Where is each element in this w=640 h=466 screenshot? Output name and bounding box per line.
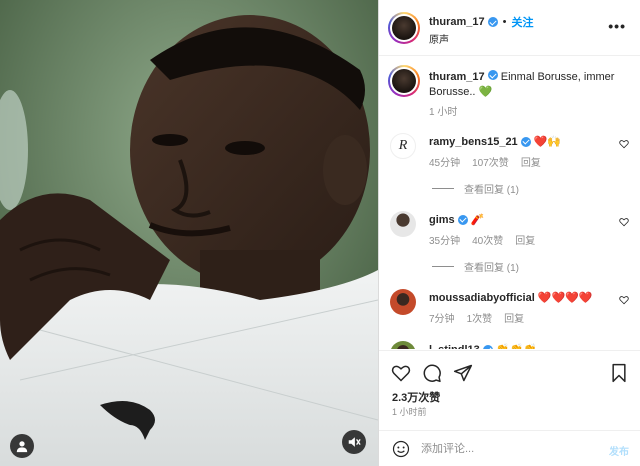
follow-button[interactable]: 关注 bbox=[512, 14, 534, 30]
mute-icon[interactable] bbox=[342, 430, 366, 454]
reply-button[interactable]: 回复 bbox=[521, 154, 541, 169]
view-replies[interactable]: 查看回复 (1) bbox=[432, 259, 519, 274]
comment-heart-icon[interactable] bbox=[619, 139, 629, 149]
caption-time: 1 小时 bbox=[429, 107, 458, 118]
comment-line: moussadiabyofficial ❤️❤️❤️❤️ bbox=[429, 291, 593, 305]
verified-icon bbox=[482, 344, 493, 349]
view-replies[interactable]: 查看回复 (1) bbox=[432, 181, 519, 196]
comment-line: gims 🧨 bbox=[429, 213, 485, 227]
view-replies-label: 查看回复 (1) bbox=[464, 185, 519, 196]
comment-line: l_stindl13 👏👏👏 bbox=[429, 343, 537, 349]
comment-heart-icon[interactable] bbox=[619, 217, 629, 227]
replies-line bbox=[432, 188, 454, 189]
comment-heart-icon[interactable] bbox=[619, 295, 629, 305]
comment-likes[interactable]: 107次赞 bbox=[472, 154, 509, 169]
post-time: 1 小时前 bbox=[392, 407, 427, 417]
view-replies-label: 查看回复 (1) bbox=[464, 263, 519, 274]
comment-time: 7分钟 bbox=[429, 314, 455, 325]
comment-text: ❤️🙌 bbox=[533, 136, 562, 148]
post-photo bbox=[0, 0, 378, 466]
comment-username[interactable]: l_stindl13 bbox=[429, 344, 480, 350]
comment-meta: 35分钟 40次赞 回复 bbox=[429, 232, 535, 247]
replies-line bbox=[432, 266, 454, 267]
comment-username[interactable]: moussadiabyofficial bbox=[429, 292, 535, 304]
comment-likes[interactable]: 1次赞 bbox=[467, 310, 493, 325]
verified-icon bbox=[457, 214, 468, 225]
post-actions: 2.3万次赞 1 小时前 bbox=[379, 350, 640, 430]
comment-username[interactable]: ramy_bens15_21 bbox=[429, 136, 518, 148]
comment-avatar[interactable] bbox=[390, 341, 416, 349]
comment-avatar[interactable] bbox=[390, 289, 416, 315]
comment-text: ❤️❤️❤️❤️ bbox=[537, 292, 593, 304]
post-comment-button[interactable]: 发布 bbox=[609, 443, 629, 458]
comment-avatar[interactable] bbox=[390, 211, 416, 237]
comment-line: ramy_bens15_21 ❤️🙌 bbox=[429, 135, 562, 149]
reply-button[interactable]: 回复 bbox=[504, 310, 524, 325]
comment-meta: 45分钟 107次赞 回复 bbox=[429, 154, 541, 169]
verified-icon bbox=[487, 17, 498, 27]
likes-count[interactable]: 2.3万次赞 bbox=[392, 389, 440, 405]
comments-list[interactable]: thuram_17 Einmal Borusse, immer Borusse.… bbox=[379, 57, 640, 349]
avatar[interactable] bbox=[388, 12, 420, 44]
comment-time: 35分钟 bbox=[429, 236, 461, 247]
heart-icon[interactable] bbox=[391, 363, 411, 383]
author-username[interactable]: thuram_17 bbox=[429, 16, 485, 28]
verified-icon bbox=[487, 70, 498, 80]
comment-username[interactable]: gims bbox=[429, 214, 455, 226]
caption-text: thuram_17 Einmal Borusse, immer Borusse.… bbox=[429, 70, 629, 100]
caption-username[interactable]: thuram_17 bbox=[429, 71, 485, 83]
caption-avatar[interactable] bbox=[388, 65, 420, 97]
comment-text: 🧨 bbox=[470, 214, 485, 226]
more-icon[interactable]: ••• bbox=[608, 18, 626, 34]
reply-button[interactable]: 回复 bbox=[515, 232, 535, 247]
emoji-icon[interactable] bbox=[392, 440, 410, 458]
tag-user-icon[interactable] bbox=[10, 434, 34, 458]
comment-input[interactable] bbox=[421, 440, 581, 458]
share-icon[interactable] bbox=[453, 363, 473, 383]
post-media[interactable] bbox=[0, 0, 378, 466]
comment-icon[interactable] bbox=[422, 363, 442, 383]
post-header: thuram_17 • 关注 原声 ••• bbox=[379, 0, 640, 56]
comment-time: 45分钟 bbox=[429, 158, 461, 169]
audio-label[interactable]: 原声 bbox=[429, 31, 449, 46]
verified-icon bbox=[520, 136, 531, 147]
comment-likes[interactable]: 40次赞 bbox=[472, 232, 503, 247]
comment-text: 👏👏👏 bbox=[496, 343, 537, 349]
separator-dot: • bbox=[502, 16, 507, 28]
comment-meta: 7分钟 1次赞 回复 bbox=[429, 310, 524, 325]
green-heart-emoji: 💚 bbox=[478, 86, 493, 98]
post-author: thuram_17 • 关注 bbox=[429, 14, 534, 30]
bookmark-icon[interactable] bbox=[609, 363, 629, 383]
comment-avatar[interactable]: R bbox=[390, 133, 416, 159]
post-panel: thuram_17 • 关注 原声 ••• thuram_17 Einmal B… bbox=[378, 0, 640, 466]
add-comment-bar: 发布 bbox=[379, 430, 640, 466]
